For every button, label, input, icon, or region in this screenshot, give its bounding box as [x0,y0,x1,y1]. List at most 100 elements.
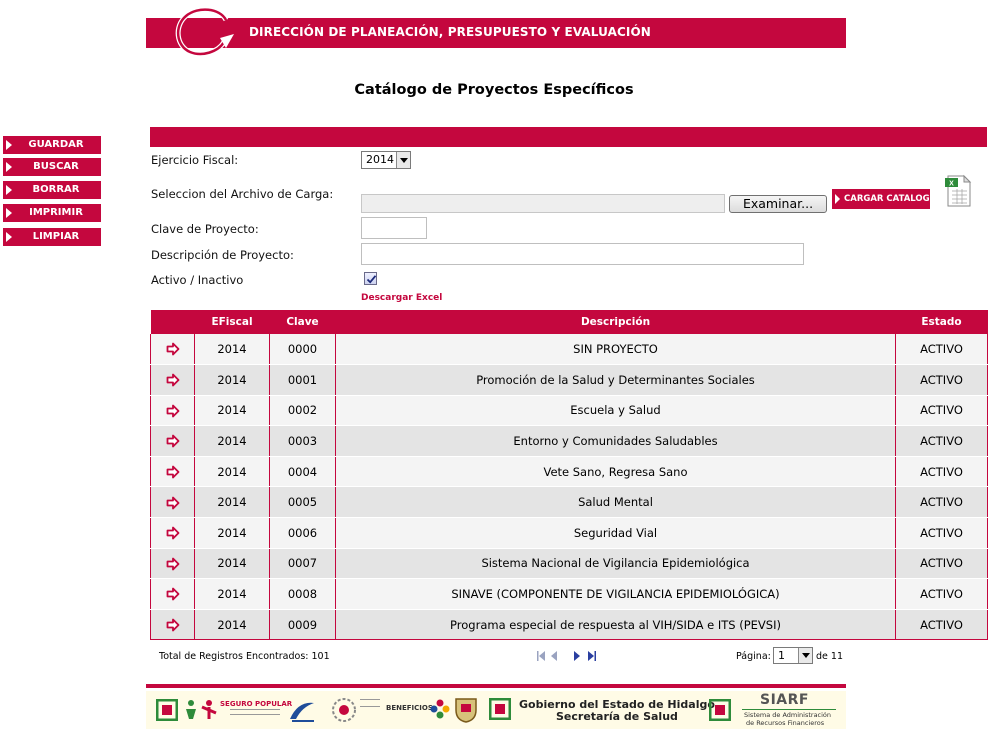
limpiar-button[interactable]: LIMPIAR [3,228,101,246]
first-page-icon[interactable] [537,651,545,661]
table-row: 2014 0009 Programa especial de respuesta a… [150,609,988,641]
secretaria-text: Secretaría de Salud [556,710,678,723]
row-key: 0009 [269,609,336,641]
row-arrow-icon[interactable] [166,465,180,479]
siarf-sub1: Sistema de Administración [744,711,832,719]
row-arrow-icon[interactable] [166,557,180,571]
svg-text:X: X [949,181,954,188]
limpiar-label: LIMPIAR [32,231,80,242]
table-row: 2014 0002 Escuela y Salud ACTIVO [150,395,988,427]
siarf-divider [742,709,836,710]
table-row: 2014 0003 Entorno y Comunidades Saludables… [150,425,988,457]
project-key-input[interactable] [361,217,427,239]
page-count: de 11 [816,651,843,662]
header-title: DIRECCIÓN DE PLANEACIÓN, PRESUPUESTO Y E… [249,25,651,39]
page-value: 1 [778,649,785,662]
buscar-label: BUSCAR [33,161,79,172]
siarf-sub2: de Recursos Financieros [746,719,825,727]
row-select-cell[interactable] [150,548,195,580]
row-status: ACTIVO [895,517,988,549]
table-row: 2014 0004 Vete Sano, Regresa Sano ACTIVO [150,456,988,488]
file-label: Seleccion del Archivo de Carga: [151,187,334,201]
row-select-cell[interactable] [150,517,195,549]
page-select[interactable]: 1 [773,647,813,664]
row-status: ACTIVO [895,486,988,519]
active-label: Activo / Inactivo [151,273,244,287]
browse-button[interactable]: Examinar... [729,195,827,213]
table-row: 2014 0007 Sistema Nacional de Vigilancia E… [150,548,988,580]
row-key: 0004 [269,456,336,488]
excel-file-icon[interactable]: X [944,174,972,208]
row-year: 2014 [194,517,270,549]
row-description: Sistema Nacional de Vigilancia Epidemiol… [335,548,896,580]
table-row: 2014 0001 Promoción de la Salud y Determin… [150,364,988,396]
file-path-input[interactable] [361,194,725,213]
row-year: 2014 [194,548,270,580]
borrar-button[interactable]: BORRAR [3,181,101,199]
row-key: 0005 [269,486,336,519]
logo-swirl-icon [175,7,234,57]
fiscal-year-select[interactable]: 2014 [361,151,411,169]
row-year: 2014 [194,456,270,488]
page-label: Página: [736,651,771,662]
row-arrow-icon[interactable] [166,496,180,510]
pager-controls [537,651,596,661]
row-key: 0006 [269,517,336,549]
footer-logos: SEGURO POPULAR BENEFICIOS Gobierno del E… [146,691,846,729]
row-select-cell[interactable] [150,456,195,488]
row-year: 2014 [194,578,270,610]
imprimir-label: IMPRIMIR [29,207,83,218]
row-arrow-icon[interactable] [166,587,180,601]
col-header-efiscal: EFiscal [194,310,270,334]
row-year: 2014 [194,334,270,366]
project-key-label: Clave de Proyecto: [151,222,259,236]
fiscal-year-value: 2014 [366,153,394,166]
row-key: 0002 [269,395,336,427]
fiscal-year-label: Ejercicio Fiscal: [151,153,239,167]
guardar-button[interactable]: GUARDAR [3,136,101,154]
active-checkbox[interactable] [364,272,377,285]
col-header-estado: Estado [895,310,988,334]
download-excel-link[interactable]: Descargar Excel [361,293,442,303]
row-status: ACTIVO [895,425,988,457]
row-status: ACTIVO [895,334,988,366]
row-key: 0000 [269,334,336,366]
row-select-cell[interactable] [150,425,195,457]
row-year: 2014 [194,425,270,457]
prev-page-icon[interactable] [551,651,557,661]
row-description: Salud Mental [335,486,896,519]
row-arrow-icon[interactable] [166,618,180,632]
people-logo-icon [186,700,217,719]
page-title: Catálogo de Proyectos Específicos [0,82,988,98]
row-arrow-icon[interactable] [166,526,180,540]
shield-logo-icon [455,698,477,723]
row-arrow-icon[interactable] [166,342,180,356]
row-select-cell[interactable] [150,609,195,641]
row-key: 0003 [269,425,336,457]
borrar-label: BORRAR [32,184,80,195]
row-select-cell[interactable] [150,364,195,396]
last-page-icon[interactable] [588,651,596,661]
project-desc-input[interactable] [361,243,804,265]
header-banner: DIRECCIÓN DE PLANEACIÓN, PRESUPUESTO Y E… [146,7,846,57]
imprimir-button[interactable]: IMPRIMIR [3,204,101,222]
load-catalog-button[interactable]: CARGAR CATALOGO [832,189,937,209]
row-description: Seguridad Vial [335,517,896,549]
beneficios-text: BENEFICIOS [386,704,433,712]
row-arrow-icon[interactable] [166,434,180,448]
row-arrow-icon[interactable] [166,373,180,387]
col-header-descripcion: Descripción [335,310,896,334]
row-description: SIN PROYECTO [335,334,896,366]
row-select-cell[interactable] [150,395,195,427]
checkmark-icon [366,275,377,284]
row-description: Vete Sano, Regresa Sano [335,456,896,488]
row-select-cell[interactable] [150,486,195,519]
buscar-button[interactable]: BUSCAR [3,158,101,176]
row-description: Escuela y Salud [335,395,896,427]
row-select-cell[interactable] [150,578,195,610]
row-key: 0007 [269,548,336,580]
row-arrow-icon[interactable] [166,404,180,418]
row-select-cell[interactable] [150,334,195,366]
next-page-icon[interactable] [574,651,580,661]
col-header-select [150,310,195,334]
